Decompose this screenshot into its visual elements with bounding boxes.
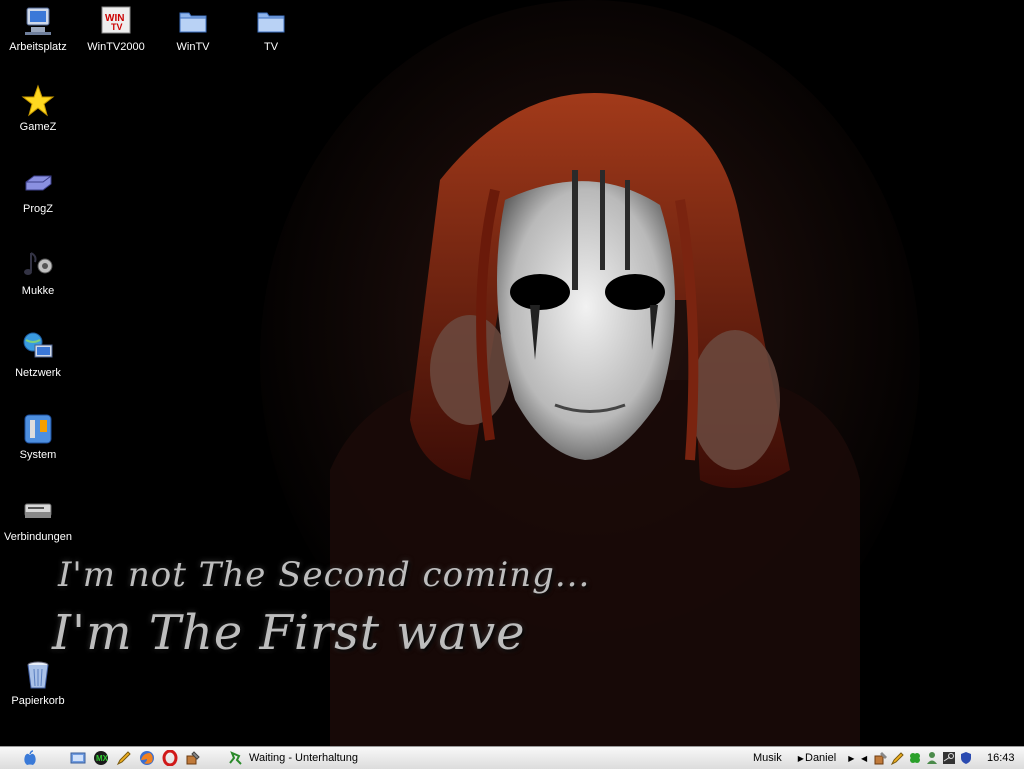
shield-icon[interactable] bbox=[959, 751, 973, 765]
clock-time: 16:43 bbox=[987, 752, 1015, 764]
steam-icon[interactable] bbox=[942, 751, 956, 765]
desktop-icon-label: GameZ bbox=[19, 121, 57, 133]
folder-icon bbox=[257, 12, 285, 33]
desktop-icon-label: TV bbox=[263, 41, 279, 53]
finder-icon bbox=[70, 752, 86, 764]
apple-icon bbox=[24, 750, 36, 765]
system-icon bbox=[24, 414, 52, 444]
chevron-left-icon: ◀ bbox=[861, 753, 868, 763]
chevron-right-icon: ▶ bbox=[797, 753, 804, 763]
wallpaper-quote-line2: I'm The First wave bbox=[52, 605, 526, 661]
menu-musik-label: Musik bbox=[753, 752, 782, 764]
desktop-icon-papierkorb[interactable]: Papierkorb bbox=[0, 658, 76, 707]
tool-icon[interactable] bbox=[874, 751, 888, 765]
drive-icon bbox=[25, 175, 52, 191]
desktop-icon-label: Verbindungen bbox=[4, 531, 72, 543]
desktop-icon-label: System bbox=[19, 449, 57, 461]
svg-text:TV: TV bbox=[111, 22, 123, 32]
desktop-icon-mukke[interactable]: Mukke bbox=[0, 248, 76, 297]
desktop-icon-label: Arbeitsplatz bbox=[9, 41, 67, 53]
menu-daniel-label: Daniel bbox=[805, 752, 837, 764]
music-icon bbox=[24, 252, 53, 275]
quicklaunch-mx[interactable]: MX bbox=[93, 749, 109, 767]
desktop-icon-gamez[interactable]: GameZ bbox=[0, 84, 76, 133]
desktop-icon-label: WinTV bbox=[176, 41, 210, 53]
mx-icon: MX bbox=[94, 751, 109, 765]
user-icon[interactable] bbox=[925, 751, 939, 765]
svg-text:MX: MX bbox=[96, 754, 109, 763]
wintv-icon: WIN TV bbox=[101, 6, 131, 34]
pencil-icon[interactable] bbox=[891, 751, 905, 765]
star-icon bbox=[21, 84, 55, 117]
menu-daniel[interactable]: Daniel ▶ bbox=[805, 749, 854, 767]
desktop-icon-label: Papierkorb bbox=[11, 695, 65, 707]
desktop-icon-label: WinTV2000 bbox=[87, 41, 145, 53]
desktop-icon-wintv2000[interactable]: WIN TV WinTV2000 bbox=[78, 4, 154, 53]
quicklaunch-finder[interactable] bbox=[70, 749, 86, 767]
task-button[interactable]: Waiting - Unterhaltung bbox=[227, 749, 358, 767]
chevron-right-icon: ▶ bbox=[848, 753, 855, 763]
tray-expand-button[interactable]: ◀ bbox=[861, 749, 867, 767]
quicklaunch-firefox[interactable] bbox=[139, 749, 155, 767]
computer-icon bbox=[25, 7, 51, 35]
desktop-icon-wintv[interactable]: WinTV bbox=[155, 4, 231, 53]
desktop-icon-system[interactable]: System bbox=[0, 412, 76, 461]
folder-icon bbox=[179, 12, 207, 33]
desktop-icon-label: Netzwerk bbox=[15, 367, 61, 379]
firefox-icon bbox=[140, 751, 154, 765]
quicklaunch-pencil[interactable] bbox=[116, 749, 132, 767]
tool-icon bbox=[186, 751, 200, 765]
desktop-icon-tv[interactable]: TV bbox=[233, 4, 309, 53]
clock[interactable]: 16:43 bbox=[987, 749, 1015, 767]
wallpaper-quote-line1: I'm not The Second coming... bbox=[58, 555, 591, 595]
quicklaunch-opera[interactable] bbox=[162, 749, 178, 767]
desktop-icon-progz[interactable]: ProgZ bbox=[0, 166, 76, 215]
clover-icon[interactable] bbox=[908, 751, 922, 765]
quicklaunch-tool[interactable] bbox=[185, 749, 201, 767]
connections-icon bbox=[24, 503, 52, 518]
pencil-icon bbox=[116, 751, 131, 766]
desktop-icon-arbeitsplatz[interactable]: Arbeitsplatz bbox=[0, 4, 76, 53]
system-tray bbox=[874, 749, 976, 767]
trash-icon bbox=[27, 661, 49, 689]
desktop-icon-label: ProgZ bbox=[23, 203, 53, 215]
task-label: Waiting - Unterhaltung bbox=[249, 752, 359, 764]
desktop-icon-netzwerk[interactable]: Netzwerk bbox=[0, 330, 76, 379]
opera-icon bbox=[162, 750, 178, 766]
desktop-icon-label: Mukke bbox=[21, 285, 55, 297]
network-icon bbox=[23, 332, 53, 358]
desktop-icon-verbindungen[interactable]: Verbindungen bbox=[0, 494, 76, 543]
apple-menu-button[interactable] bbox=[22, 749, 38, 767]
menu-musik[interactable]: Musik ▶ bbox=[753, 749, 804, 767]
chat-icon bbox=[229, 751, 242, 765]
taskbar: MX Waiting - Unterhaltung Musik ▶ Daniel… bbox=[0, 746, 1024, 769]
